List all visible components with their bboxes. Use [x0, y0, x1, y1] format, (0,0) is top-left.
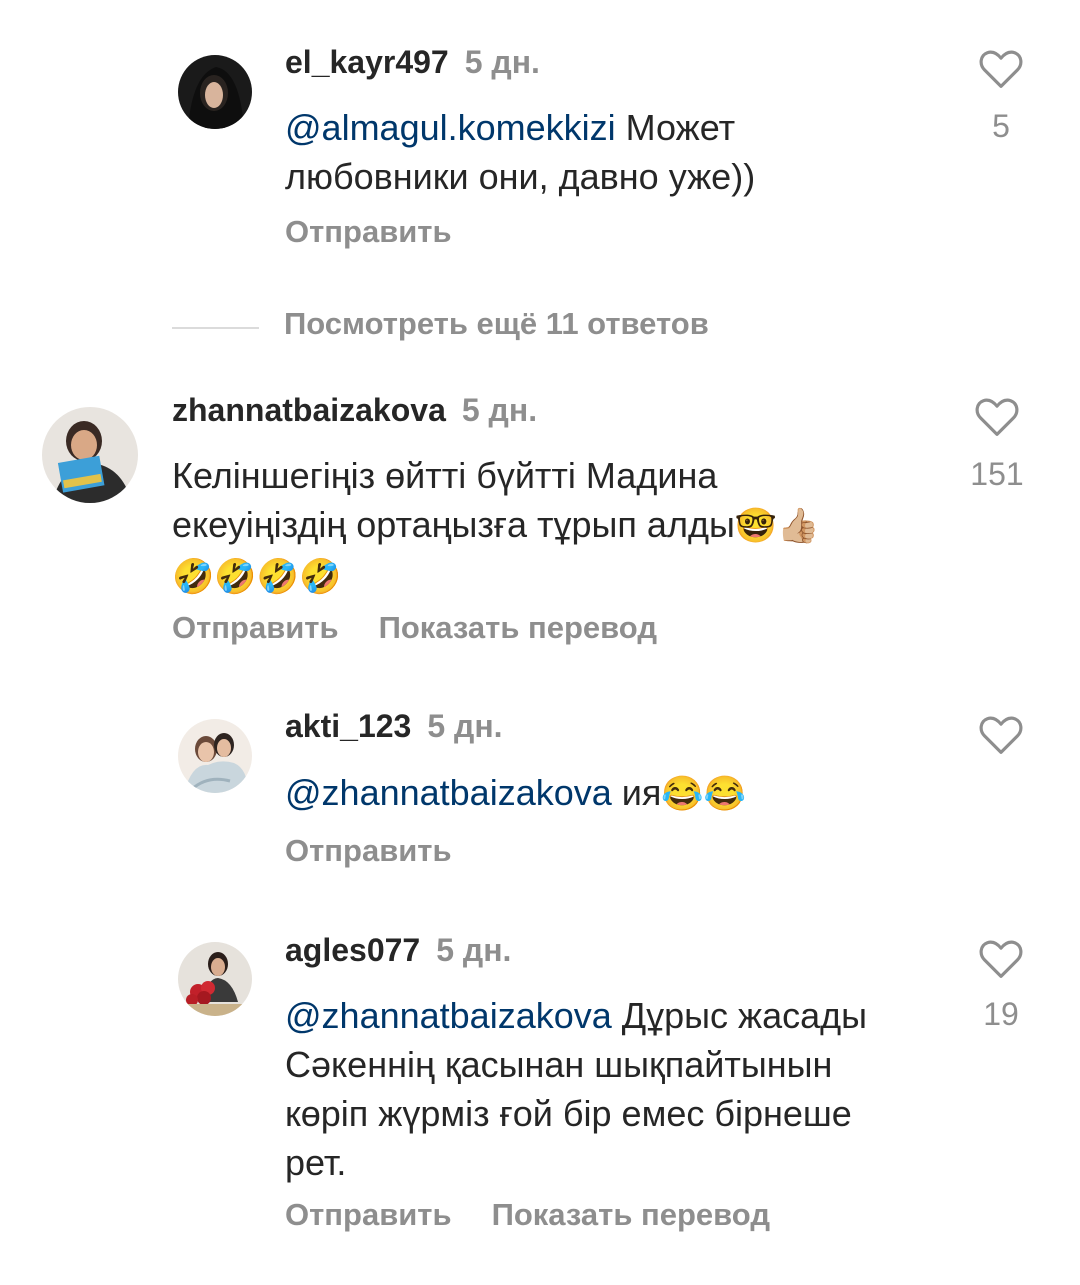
heart-outline-icon[interactable]: [979, 716, 1023, 756]
show-translation-button[interactable]: Показать перевод: [492, 1197, 770, 1232]
comment-text: @almagul.komekkizi Может любовники они, …: [285, 103, 755, 201]
avatar[interactable]: [178, 942, 252, 1016]
timestamp: 5 дн.: [427, 708, 503, 744]
emoji: 😂😂: [661, 775, 747, 813]
comment-header: agles077 5 дн.: [285, 932, 511, 969]
comment-actions: Отправить: [285, 833, 492, 869]
username[interactable]: akti_123: [285, 708, 411, 744]
comment-actions: Отправить Показать перевод: [172, 610, 697, 646]
username[interactable]: zhannatbaizakova: [172, 392, 446, 428]
comment-text: @zhannatbaizakova Дұрыс жасады Сәкеннің …: [285, 991, 867, 1187]
mention-link[interactable]: @zhannatbaizakova: [285, 772, 612, 813]
emoji: 🤣🤣🤣🤣: [172, 558, 342, 596]
view-more-replies-label[interactable]: Посмотреть ещё 11 ответов: [284, 306, 709, 342]
reply-button[interactable]: Отправить: [172, 610, 339, 645]
likes-count[interactable]: 151: [957, 456, 1037, 493]
comment-text-line: ия: [611, 772, 662, 813]
likes-count[interactable]: 19: [961, 996, 1041, 1033]
comment-text: @zhannatbaizakova ия😂😂: [285, 768, 746, 819]
timestamp: 5 дн.: [461, 392, 538, 428]
reply-button[interactable]: Отправить: [285, 214, 452, 249]
likes-count[interactable]: 5: [961, 108, 1041, 145]
reply-button[interactable]: Отправить: [285, 1197, 452, 1232]
avatar[interactable]: [178, 719, 252, 793]
mention-link[interactable]: @almagul.komekkizi: [285, 107, 616, 148]
heart-outline-icon[interactable]: [979, 50, 1023, 90]
comment-text: Келіншегіңіз өйтті бүйтті Мадина екеуіңі…: [172, 451, 820, 602]
heart-outline-icon[interactable]: [979, 940, 1023, 980]
username[interactable]: agles077: [285, 932, 420, 968]
comment-text-line: Дұрыс жасады: [611, 995, 868, 1036]
avatar[interactable]: [42, 407, 138, 503]
mention-link[interactable]: @zhannatbaizakova: [285, 995, 612, 1036]
comment-text-line: Сәкеннің қасынан шықпайтынын: [285, 1044, 833, 1085]
comment-actions: Отправить: [285, 214, 492, 250]
comment-text-line: Келіншегіңіз өйтті бүйтті Мадина: [172, 455, 718, 496]
reply-button[interactable]: Отправить: [285, 833, 452, 868]
comment-header: zhannatbaizakova 5 дн.: [172, 392, 537, 429]
emoji: 🤓👍🏼: [734, 507, 820, 545]
comment-header: el_kayr497 5 дн.: [285, 44, 540, 81]
comment-text-line: көріп жүрміз ғой бір емес бірнеше: [285, 1093, 852, 1134]
timestamp: 5 дн.: [436, 932, 512, 968]
divider: [172, 327, 259, 329]
timestamp: 5 дн.: [464, 44, 540, 80]
comment-header: akti_123 5 дн.: [285, 708, 503, 745]
comment-actions: Отправить Показать перевод: [285, 1197, 810, 1233]
comment-text-line: любовники они, давно уже)): [285, 156, 756, 197]
username[interactable]: el_kayr497: [285, 44, 449, 80]
show-translation-button[interactable]: Показать перевод: [379, 610, 657, 645]
comment-text-line: екеуіңіздің ортаңызға тұрып алды: [172, 504, 735, 545]
avatar[interactable]: [178, 55, 252, 129]
heart-outline-icon[interactable]: [975, 398, 1019, 438]
comment-text-line: рет.: [285, 1142, 347, 1183]
comment-text-line: Может: [615, 107, 736, 148]
